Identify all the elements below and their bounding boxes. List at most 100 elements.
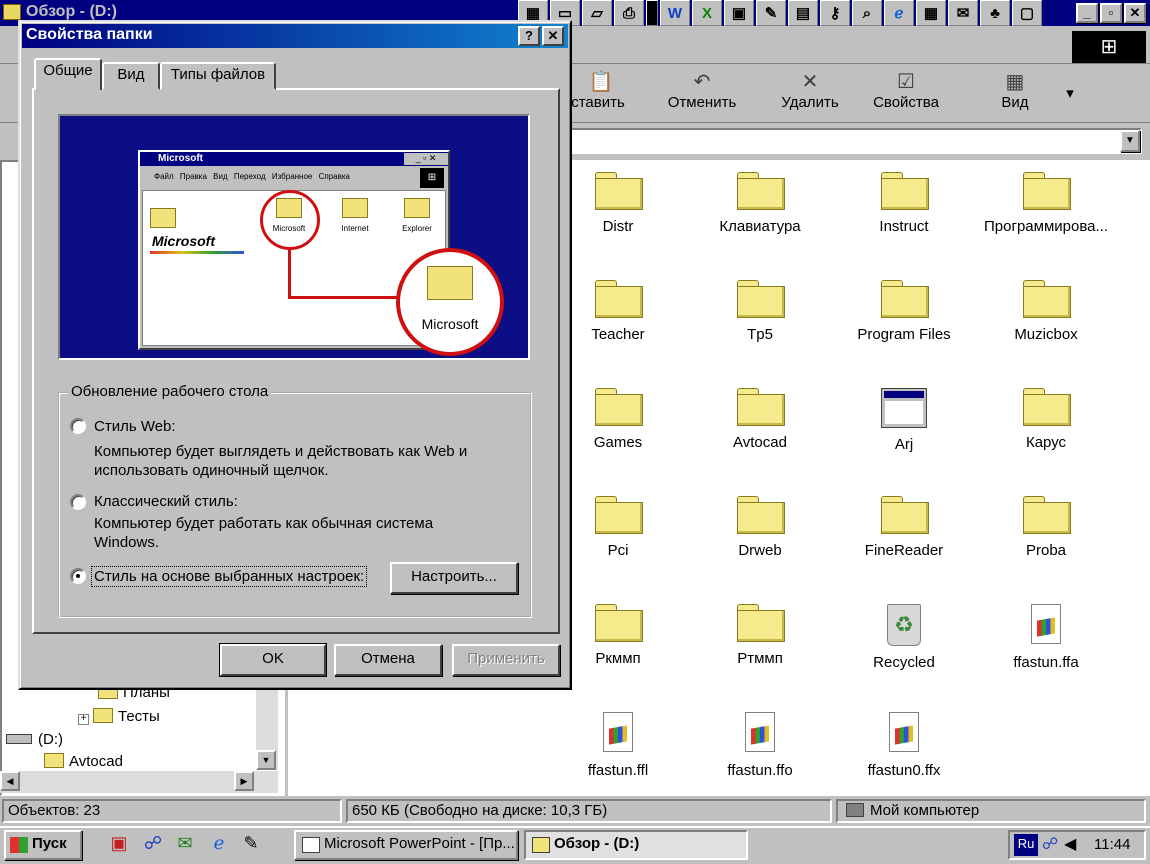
file-item[interactable]: Instruct — [834, 172, 974, 235]
word-icon[interactable]: W — [660, 0, 690, 26]
scroll-down-icon[interactable]: ▼ — [256, 750, 276, 770]
file-item[interactable]: Proba — [976, 496, 1116, 559]
key-icon[interactable]: ⚷ — [820, 0, 850, 26]
network-icon[interactable]: ☍ — [1042, 834, 1058, 854]
file-item[interactable]: ffastun.ffo — [690, 712, 830, 779]
classic-style-desc-2: Windows. — [94, 534, 160, 551]
web-style-desc-2: использовать одиночный щелчок. — [94, 462, 329, 479]
tools-icon[interactable]: ✎ — [756, 0, 786, 26]
excel-icon[interactable]: X — [692, 0, 722, 26]
tree-item-label: Avtocad — [69, 753, 123, 770]
paste-label: Вставить — [566, 94, 625, 111]
start-button[interactable]: Пуск — [4, 830, 82, 860]
binder-icon[interactable]: ▤ — [788, 0, 818, 26]
file-item[interactable]: Карус — [976, 388, 1116, 451]
ok-button[interactable]: OK — [219, 643, 327, 677]
radio-custom-style[interactable] — [70, 568, 86, 584]
language-indicator[interactable]: Ru — [1014, 834, 1038, 856]
minimize-button[interactable]: _ — [1076, 3, 1098, 23]
folder-icon — [1023, 496, 1071, 534]
file-item-label: Avtocad — [733, 434, 787, 451]
tab-general[interactable]: Общие — [34, 58, 102, 90]
file-item[interactable]: Avtocad — [690, 388, 830, 451]
open-folder-icon[interactable]: ▱ — [582, 0, 612, 26]
folder-icon — [1023, 280, 1071, 318]
folder-icon — [342, 198, 368, 218]
view-button[interactable]: ▦ Вид — [990, 70, 1040, 120]
folder-label: Explorer — [402, 224, 432, 233]
edit-icon[interactable]: ✎ — [238, 833, 264, 857]
file-item[interactable]: Arj — [834, 388, 974, 453]
folder-icon — [3, 4, 21, 20]
properties-button[interactable]: ☑ Свойства — [864, 70, 948, 120]
address-field[interactable] — [570, 128, 1142, 154]
file-item[interactable]: ffastun0.ffx — [834, 712, 974, 779]
tree-horizontal-scrollbar[interactable]: ◀ ▶ — [0, 771, 278, 793]
taskbar-button-explorer[interactable]: Обзор - (D:) — [524, 830, 748, 860]
file-item[interactable]: ffastun.ffl — [548, 712, 688, 779]
file-item[interactable]: Клавиатура — [690, 172, 830, 235]
view-icon: ▦ — [1005, 71, 1025, 93]
file-item-label: Программирова... — [984, 218, 1108, 235]
tab-view[interactable]: Вид — [102, 62, 160, 90]
calculator-icon[interactable]: ▦ — [916, 0, 946, 26]
file-item[interactable]: ♻ Recycled — [834, 604, 974, 671]
callout-line — [288, 250, 291, 298]
print-icon[interactable]: ⎙ — [614, 0, 644, 26]
tree-item-avtocad[interactable]: Avtocad — [44, 753, 123, 770]
internet-explorer-icon[interactable]: ℯ — [884, 0, 914, 26]
file-item[interactable]: Program Files — [834, 280, 974, 343]
monitor-icon[interactable]: ▢ — [1012, 0, 1042, 26]
dialog-close-button[interactable]: ✕ — [542, 26, 564, 46]
presentation-icon[interactable]: ▣ — [724, 0, 754, 26]
file-item[interactable]: Программирова... — [976, 172, 1116, 235]
outlook-icon[interactable]: ✉ — [172, 833, 198, 857]
delete-icon: ✕ — [801, 71, 819, 93]
scroll-left-icon[interactable]: ◀ — [0, 771, 20, 791]
my-computer-icon — [846, 803, 864, 817]
file-item[interactable]: Tp5 — [690, 280, 830, 343]
folder-icon — [44, 753, 64, 768]
file-item[interactable]: ffastun.ffa — [976, 604, 1116, 671]
close-button[interactable]: ✕ — [1124, 3, 1146, 23]
undo-button[interactable]: ↶ Отменить — [660, 70, 744, 120]
tree-vertical-scrollbar[interactable]: ▼ — [256, 690, 278, 770]
dialog-title-bar[interactable]: Свойства папки — [22, 24, 568, 48]
custom-style-label[interactable]: Стиль на основе выбранных настроек: — [90, 566, 368, 587]
task-label: Обзор - (D:) — [554, 835, 640, 852]
folder-icon — [595, 388, 643, 426]
expand-icon[interactable]: + — [78, 714, 89, 725]
classic-style-label[interactable]: Классический стиль: — [94, 492, 238, 511]
file-item[interactable]: Ртммп — [690, 604, 830, 667]
internet-explorer-icon[interactable]: ℯ — [206, 833, 232, 857]
web-style-label[interactable]: Стиль Web: — [94, 417, 176, 436]
taskbar-button-powerpoint[interactable]: Microsoft PowerPoint - [Пр... — [294, 830, 518, 860]
desktop-icon[interactable]: ▣ — [106, 833, 132, 857]
channels-icon[interactable]: ☍ — [140, 833, 166, 857]
cancel-button[interactable]: Отмена — [334, 644, 442, 676]
game-icon[interactable]: ♣ — [980, 0, 1010, 26]
folder-icon — [595, 496, 643, 534]
paste-button[interactable]: 📋 Вставить — [566, 70, 636, 120]
file-item[interactable]: FineReader — [834, 496, 974, 559]
tree-item-drive-d[interactable]: (D:) — [6, 731, 63, 748]
find-icon[interactable]: ⌕ — [852, 0, 882, 26]
maximize-button[interactable]: ▫ — [1100, 3, 1122, 23]
office-shortcut-bar: ▦ ▭ ▱ ⎙ W X ▣ ✎ ▤ ⚷ ⌕ ℯ ▦ ✉ ♣ ▢ — [518, 0, 1058, 26]
radio-classic-style[interactable] — [70, 494, 86, 510]
help-button[interactable]: ? — [518, 26, 540, 46]
file-item[interactable]: Muzicbox — [976, 280, 1116, 343]
mail-icon[interactable]: ✉ — [948, 0, 978, 26]
volume-icon[interactable]: ◀ — [1064, 834, 1076, 854]
delete-button[interactable]: ✕ Удалить — [772, 70, 848, 120]
scroll-right-icon[interactable]: ▶ — [234, 771, 254, 791]
address-dropdown-button[interactable]: ▼ — [1120, 130, 1140, 152]
customize-button[interactable]: Настроить... — [390, 562, 518, 594]
file-item[interactable]: Drweb — [690, 496, 830, 559]
zoom-callout: Microsoft — [396, 248, 504, 356]
clock[interactable]: 11:44 — [1094, 836, 1130, 853]
status-object-count: Объектов: 23 — [2, 799, 342, 823]
tree-item-tests[interactable]: + Тесты — [78, 708, 160, 725]
radio-web-style[interactable] — [70, 418, 86, 434]
tab-file-types[interactable]: Типы файлов — [160, 62, 276, 90]
